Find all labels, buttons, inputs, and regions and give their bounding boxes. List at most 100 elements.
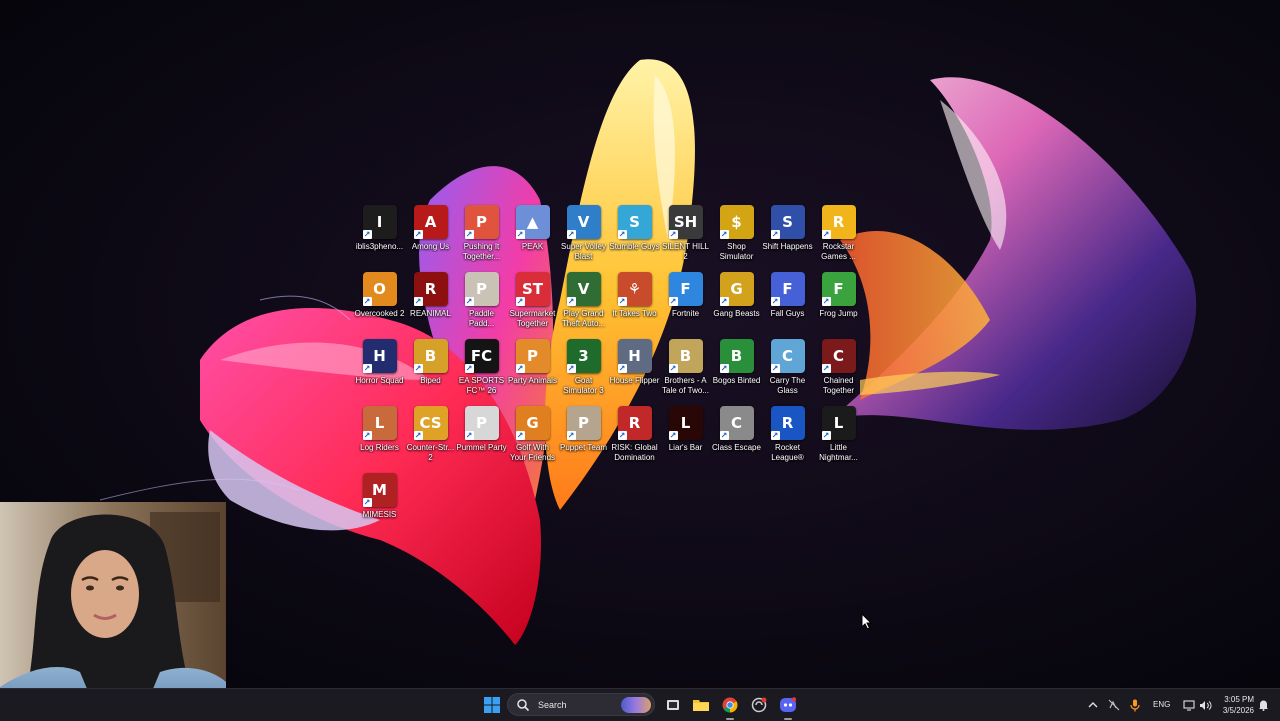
shortcut-arrow-icon: ↗ [464, 230, 474, 239]
desktop-icon-label: Carry The Glass [769, 376, 806, 395]
desktop-icon-overcooked-2[interactable]: O ↗ Overcooked 2 [354, 270, 405, 337]
network-muted-icon [1108, 699, 1120, 711]
shortcut-arrow-icon: ↗ [617, 297, 627, 306]
desktop-icon-label: Fortnite [671, 309, 700, 318]
desktop-icon-label: Shop Simulator [719, 242, 754, 261]
desktop-icon-silent-hill-2[interactable]: SH ↗ SILENT HILL 2 [660, 203, 711, 270]
language-indicator[interactable]: ENG [1153, 700, 1170, 709]
desktop-icon-among-us[interactable]: A ↗ Among Us [405, 203, 456, 270]
desktop-icon-liar-s-bar[interactable]: L ↗ Liar's Bar [660, 404, 711, 471]
desktop-icon-horror-squad[interactable]: H ↗ Horror Squad [354, 337, 405, 404]
shortcut-arrow-icon: ↗ [719, 364, 729, 373]
shortcut-arrow-icon: ↗ [464, 431, 474, 440]
desktop-icon-brothers-a-tale-of-two[interactable]: B ↗ Brothers - A Tale of Two... [660, 337, 711, 404]
chrome-button[interactable] [719, 693, 741, 717]
shortcut-arrow-icon: ↗ [821, 364, 831, 373]
quick-settings-button[interactable] [1178, 693, 1216, 717]
desktop-icon-supermarket-together[interactable]: ST ↗ Supermarket Together [507, 270, 558, 337]
shortcut-arrow-icon: ↗ [515, 230, 525, 239]
desktop-icon-pushing-it-together[interactable]: P ↗ Pushing It Together... [456, 203, 507, 270]
desktop-icon-label: Gang Beasts [713, 309, 760, 318]
desktop-icon-bogos-binted[interactable]: B ↗ Bogos Binted [711, 337, 762, 404]
file-explorer-button[interactable] [690, 693, 712, 717]
desktop-icon-carry-the-glass[interactable]: C ↗ Carry The Glass [762, 337, 813, 404]
app-icon: ST ↗ [515, 272, 550, 306]
microphone-icon [1130, 699, 1140, 711]
desktop-icon-peak[interactable]: ▲ ↗ PEAK [507, 203, 558, 270]
app-icon: 3 ↗ [566, 339, 601, 373]
shortcut-arrow-icon: ↗ [566, 230, 576, 239]
desktop-icon-risk-global-domination[interactable]: R ↗ RISK: Global Domination [609, 404, 660, 471]
shortcut-arrow-icon: ↗ [464, 297, 474, 306]
app-icon: $ ↗ [719, 205, 754, 239]
recorder-app-button[interactable] [748, 693, 770, 717]
shortcut-arrow-icon: ↗ [566, 364, 576, 373]
shortcut-arrow-icon: ↗ [770, 431, 780, 440]
desktop-icon-label: Shift Happens [762, 242, 813, 251]
desktop-icon-label: SILENT HILL 2 [662, 242, 709, 261]
chrome-icon [722, 697, 738, 713]
desktop-icon-ea-sports-fc-26[interactable]: FC ↗ EA SPORTS FC™ 26 [456, 337, 507, 404]
desktop-icon-mimesis[interactable]: M ↗ MIMESIS [354, 471, 405, 538]
show-hidden-icons-button[interactable] [1085, 693, 1101, 717]
shortcut-arrow-icon: ↗ [821, 297, 831, 306]
desktop-icon-label: Stumble Guys [609, 242, 660, 251]
task-view-button[interactable] [662, 693, 684, 717]
discord-button[interactable] [777, 693, 799, 717]
desktop-icon-house-flipper[interactable]: H ↗ House Flipper [609, 337, 660, 404]
desktop-icon-little-nightmar[interactable]: L ↗ Little Nightmar... [813, 404, 864, 471]
shortcut-arrow-icon: ↗ [770, 230, 780, 239]
desktop-icon-class-escape[interactable]: C ↗ Class Escape [711, 404, 762, 471]
desktop-icon-fall-guys[interactable]: F ↗ Fall Guys [762, 270, 813, 337]
discord-icon [780, 697, 796, 712]
desktop-icon-label: Brothers - A Tale of Two... [662, 376, 709, 395]
shortcut-arrow-icon: ↗ [362, 364, 372, 373]
shortcut-arrow-icon: ↗ [413, 431, 423, 440]
shortcut-arrow-icon: ↗ [413, 297, 423, 306]
desktop-icon-pummel-party[interactable]: P ↗ Pummel Party [456, 404, 507, 471]
shortcut-arrow-icon: ↗ [515, 364, 525, 373]
desktop-icon-party-animals[interactable]: P ↗ Party Animals [507, 337, 558, 404]
taskbar-search-box[interactable]: Search [507, 693, 655, 716]
tray-network-button[interactable] [1106, 693, 1122, 717]
desktop-icon-rockstar-games[interactable]: R ↗ Rockstar Games ... [813, 203, 864, 270]
shortcut-arrow-icon: ↗ [515, 431, 525, 440]
desktop-icon-label: Paddle Padd... [468, 309, 495, 328]
desktop-icon-shop-simulator[interactable]: $ ↗ Shop Simulator [711, 203, 762, 270]
desktop-icon-biped[interactable]: B ↗ Biped [405, 337, 456, 404]
app-icon: L ↗ [668, 406, 703, 440]
desktop-icon-fortnite[interactable]: F ↗ Fortnite [660, 270, 711, 337]
desktop-icon-play-grand-theft-auto[interactable]: V ↗ Play Grand Theft Auto... [558, 270, 609, 337]
notifications-button[interactable] [1256, 693, 1270, 717]
desktop-icon-label: Liar's Bar [668, 443, 703, 452]
desktop-icon-paddle-padd[interactable]: P ↗ Paddle Padd... [456, 270, 507, 337]
start-button[interactable] [480, 693, 504, 717]
desktop-icon-golf-with-your-friends[interactable]: G ↗ Golf With Your Friends [507, 404, 558, 471]
desktop-icon-it-takes-two[interactable]: ⚘ ↗ It Takes Two [609, 270, 660, 337]
desktop-icon-log-riders[interactable]: L ↗ Log Riders [354, 404, 405, 471]
desktop-icon-iblis3pheno[interactable]: I ↗ iblis3pheno... [354, 203, 405, 270]
desktop-icon-rocket-league[interactable]: R ↗ Rocket League® [762, 404, 813, 471]
desktop-icon-stumble-guys[interactable]: S ↗ Stumble Guys [609, 203, 660, 270]
app-icon: H ↗ [362, 339, 397, 373]
app-icon: F ↗ [668, 272, 703, 306]
app-icon: S ↗ [617, 205, 652, 239]
desktop-icon-label: iblis3pheno... [355, 242, 404, 251]
shortcut-arrow-icon: ↗ [617, 364, 627, 373]
desktop-icon-frog-jump[interactable]: F ↗ Frog Jump [813, 270, 864, 337]
desktop-icon-goat-simulator-3[interactable]: 3 ↗ Goat Simulator 3 [558, 337, 609, 404]
desktop-icon-puppet-team[interactable]: P ↗ Puppet Team [558, 404, 609, 471]
volume-icon [1199, 700, 1211, 710]
app-icon: M ↗ [362, 473, 397, 507]
desktop-icon-super-volley-blast[interactable]: V ↗ Super Volley Blast [558, 203, 609, 270]
task-view-icon [667, 700, 679, 710]
desktop-icon-chained-together[interactable]: C ↗ Chained Together [813, 337, 864, 404]
desktop-icon-shift-happens[interactable]: S ↗ Shift Happens [762, 203, 813, 270]
desktop-icon-reanimal[interactable]: R ↗ REANIMAL [405, 270, 456, 337]
desktop-icon-gang-beasts[interactable]: G ↗ Gang Beasts [711, 270, 762, 337]
app-icon: P ↗ [464, 205, 499, 239]
app-icon: I ↗ [362, 205, 397, 239]
clock-button[interactable]: 3:05 PM 3/5/2026 [1216, 692, 1256, 718]
tray-microphone-button[interactable] [1127, 693, 1143, 717]
desktop-icon-counter-str-2[interactable]: CS ↗ Counter-Str... 2 [405, 404, 456, 471]
